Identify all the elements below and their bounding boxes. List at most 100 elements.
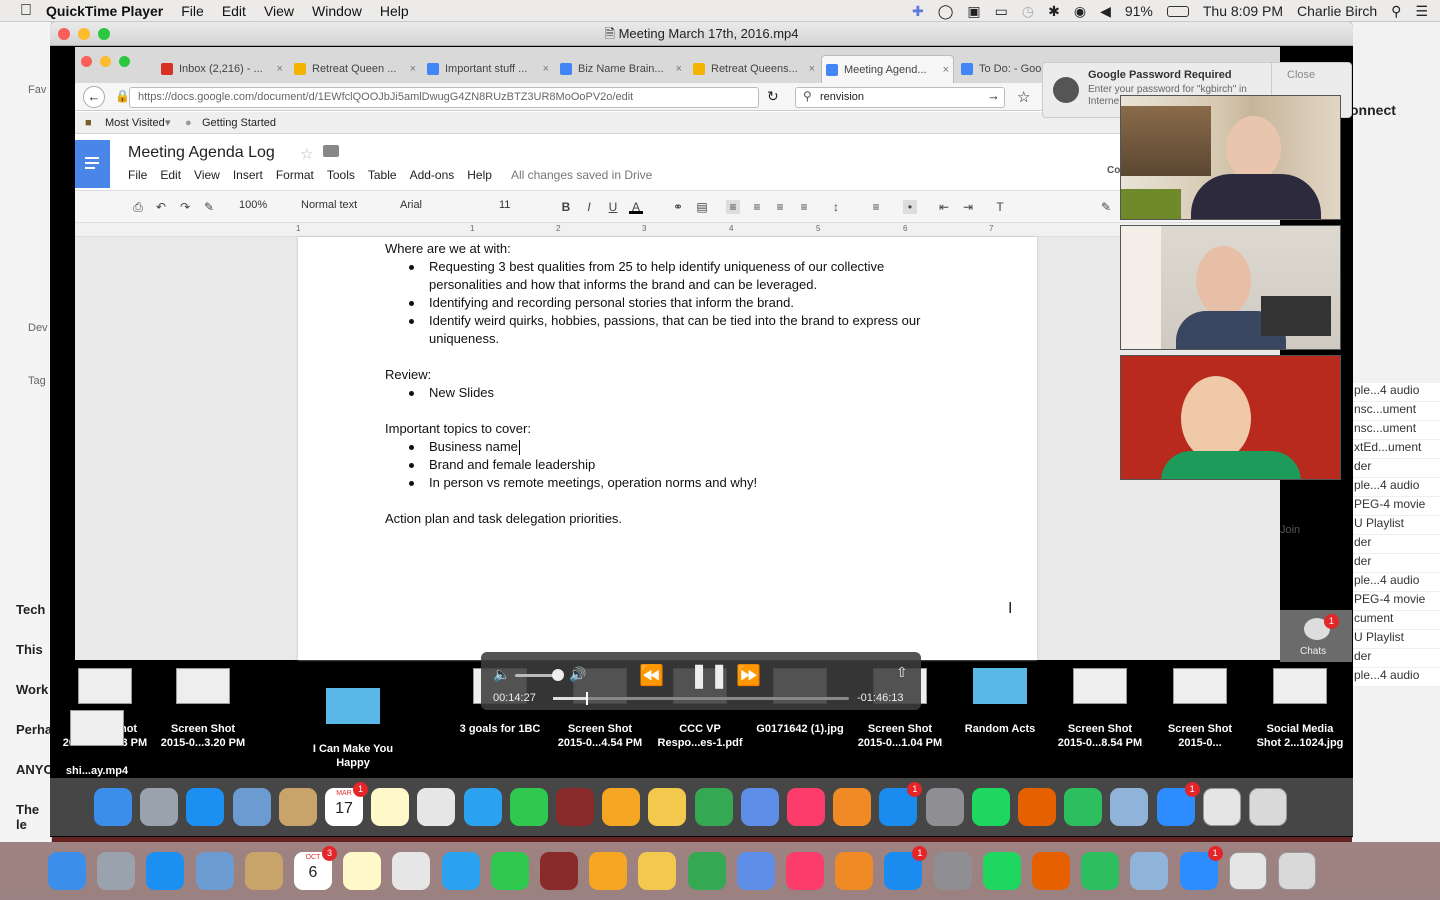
increase-indent-icon[interactable]: ⇥	[961, 200, 975, 214]
itunes-icon[interactable]	[786, 852, 824, 890]
print-icon[interactable]: ⎙	[131, 200, 145, 214]
justify-icon[interactable]: ≡	[797, 200, 811, 214]
font-size-select[interactable]: 11	[499, 199, 510, 211]
finder-icon[interactable]	[48, 852, 86, 890]
tab-meeting-agenda[interactable]: Meeting Agend... ×	[821, 55, 954, 83]
save-status[interactable]: All changes saved in Drive	[511, 168, 652, 182]
safari-icon[interactable]	[146, 852, 185, 890]
evernote-icon[interactable]: ▣	[967, 3, 980, 20]
folder-icon[interactable]	[323, 145, 339, 157]
file-label[interactable]: Screen Shot 2015-0...8.54 PM	[1050, 722, 1150, 750]
file-label[interactable]: I Can Make You Happy	[303, 742, 403, 770]
tab-inbox[interactable]: Inbox (2,216) - ... ×	[157, 55, 287, 83]
join-label[interactable]: Join	[1280, 524, 1300, 536]
list-item[interactable]: Brand and female leadership	[429, 456, 595, 474]
align-center-icon[interactable]: ≡	[750, 200, 764, 214]
docs-menu-format[interactable]: Format	[276, 168, 314, 182]
numbers-icon[interactable]	[694, 788, 733, 826]
bluetooth-icon[interactable]: ✱	[1048, 3, 1060, 20]
spotify-icon[interactable]	[971, 788, 1010, 826]
heading-action-plan[interactable]: Action plan and task delegation prioriti…	[385, 510, 622, 528]
bookmark-star-icon[interactable]: ☆	[1017, 88, 1030, 106]
search-field[interactable]: renvision	[795, 87, 1005, 108]
docs-menu-file[interactable]: File	[128, 168, 147, 182]
scrubber-handle[interactable]	[585, 692, 588, 705]
list-item[interactable]: personalities and how that informs the b…	[429, 276, 817, 294]
docs-menu-edit[interactable]: Edit	[160, 168, 181, 182]
list-item[interactable]: New Slides	[429, 384, 494, 402]
browser-minimize-button[interactable]	[100, 56, 111, 67]
paint-format-icon[interactable]: ✎	[202, 200, 216, 214]
notes-icon[interactable]	[371, 788, 410, 826]
video-participant-1[interactable]	[1120, 95, 1341, 220]
underline-button[interactable]: U	[606, 200, 620, 214]
docs-menu-view[interactable]: View	[194, 168, 220, 182]
font-select[interactable]: Arial	[400, 199, 422, 211]
firefox-icon[interactable]	[1018, 788, 1056, 826]
docs-menu-help[interactable]: Help	[467, 168, 492, 182]
comments-button-partial[interactable]: Co	[1107, 165, 1120, 176]
file-label[interactable]: CCC VP Respo...es-1.pdf	[650, 722, 750, 750]
file-label[interactable]: Random Acts	[950, 722, 1050, 736]
file-label[interactable]: Screen Shot 2015-0...3.20 PM	[153, 722, 253, 750]
browser-zoom-button[interactable]	[119, 56, 130, 67]
share-icon[interactable]: ⇧	[896, 664, 908, 681]
menu-help[interactable]: Help	[380, 3, 409, 19]
file-thumbnail[interactable]	[176, 668, 230, 704]
zoom-button[interactable]	[98, 28, 110, 40]
firefox-icon[interactable]	[1032, 852, 1070, 890]
evernote-icon[interactable]	[1081, 852, 1120, 890]
star-icon[interactable]: ☆	[300, 145, 313, 163]
file-kind-row[interactable]: der	[1352, 535, 1440, 554]
downloads-icon[interactable]	[1202, 788, 1241, 826]
volume-high-icon[interactable]: 🔊	[569, 666, 586, 683]
close-tab-icon[interactable]: ×	[676, 55, 682, 83]
contacts-icon[interactable]	[244, 852, 283, 890]
evernote-icon[interactable]	[1064, 788, 1103, 826]
minimize-button[interactable]	[78, 28, 90, 40]
chevron-down-icon[interactable]: ▾	[165, 112, 171, 134]
itunes-icon[interactable]	[787, 788, 825, 826]
trash-icon[interactable]	[1249, 788, 1287, 826]
align-right-icon[interactable]: ≡	[773, 200, 787, 214]
list-item[interactable]: Identifying and recording personal stori…	[429, 294, 794, 312]
file-kind-row[interactable]: nsc...ument	[1352, 402, 1440, 421]
time-machine-icon[interactable]: ◷	[1022, 3, 1034, 20]
numbers-icon[interactable]	[687, 852, 726, 890]
file-kind-row[interactable]: U Playlist	[1352, 630, 1440, 649]
contacts-icon[interactable]	[278, 788, 317, 826]
file-kind-row[interactable]: nsc...ument	[1352, 421, 1440, 440]
pages-icon[interactable]	[648, 788, 687, 826]
tab-important-stuff[interactable]: Important stuff ... ×	[423, 55, 553, 83]
file-kind-row[interactable]: xtEd...ument	[1352, 440, 1440, 459]
file-label[interactable]: G0171642 (1).jpg	[750, 722, 850, 736]
edit-mode-icon[interactable]: ✎	[1099, 200, 1113, 214]
sync-icon[interactable]: ◯	[938, 3, 954, 20]
clear-formatting-icon[interactable]: T	[993, 200, 1007, 214]
text-color-button[interactable]: A	[629, 200, 643, 214]
file-thumbnail[interactable]	[1273, 668, 1327, 704]
link-icon[interactable]: ⚭	[671, 200, 685, 214]
mail-icon[interactable]	[232, 788, 271, 826]
document-page[interactable]: Where are we at with: Requesting 3 best …	[298, 237, 1037, 660]
file-kind-row[interactable]: der	[1352, 649, 1440, 668]
volume-icon[interactable]: ◀	[1100, 3, 1111, 20]
apple-icon[interactable]: 	[20, 2, 32, 20]
mail-icon[interactable]	[195, 852, 234, 890]
reload-icon[interactable]: ↻	[767, 88, 779, 105]
bookmark-most-visited[interactable]: Most Visited	[105, 112, 165, 134]
back-button[interactable]: ←	[83, 86, 105, 108]
rewind-button[interactable]: ⏪	[639, 663, 664, 688]
scrubber-track[interactable]	[553, 692, 849, 705]
file-kind-row[interactable]: der	[1352, 554, 1440, 573]
keynote-icon[interactable]	[740, 788, 779, 826]
app-menu[interactable]: QuickTime Player	[46, 3, 163, 19]
docs-menu-tools[interactable]: Tools	[327, 168, 355, 182]
file-thumbnail[interactable]	[1073, 668, 1127, 704]
ibooks-icon[interactable]	[833, 788, 872, 826]
file-kind-row[interactable]: U Playlist	[1352, 516, 1440, 535]
user-name[interactable]: Charlie Birch	[1297, 3, 1377, 19]
notification-center-icon[interactable]: ☰	[1415, 3, 1428, 20]
docs-menu-table[interactable]: Table	[368, 168, 397, 182]
align-left-icon[interactable]: ≡	[726, 200, 740, 214]
